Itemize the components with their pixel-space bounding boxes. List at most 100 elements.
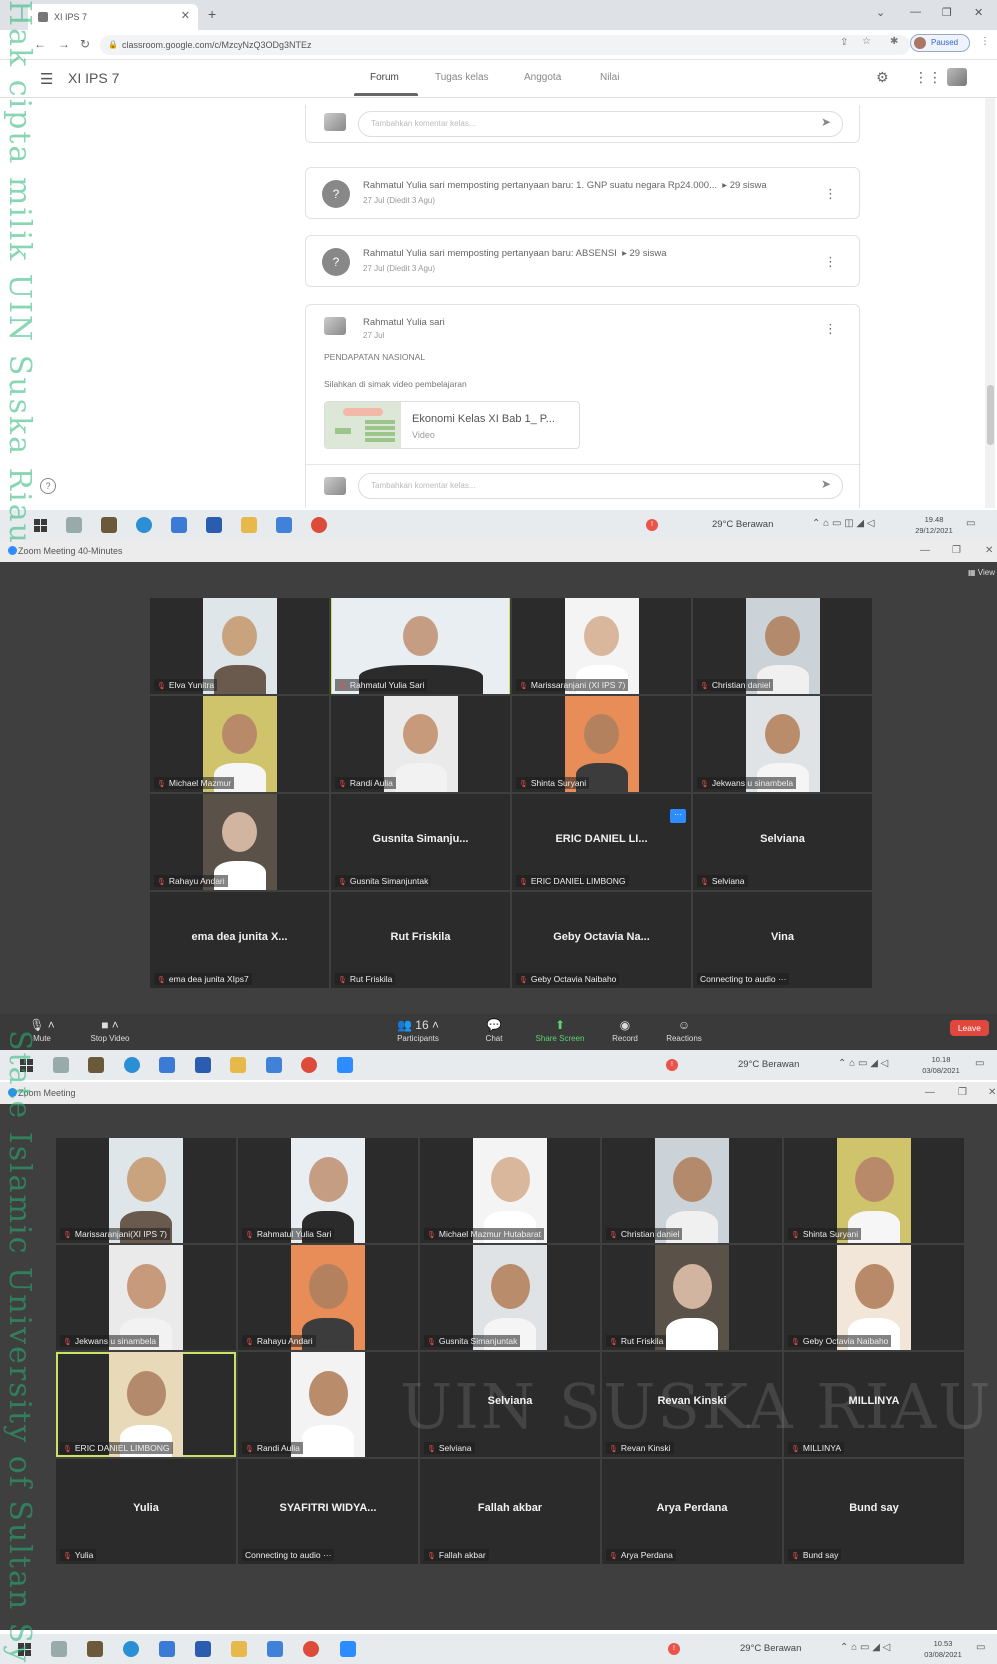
- task-view-icon[interactable]: [51, 1641, 67, 1657]
- tab-search-icon[interactable]: ⌄: [876, 6, 885, 19]
- zoom-app-icon[interactable]: [340, 1641, 356, 1657]
- taskbar-clock[interactable]: 10.18 03/08/2021: [916, 1054, 966, 1076]
- file-explorer-icon[interactable]: [231, 1641, 247, 1657]
- reactions-button[interactable]: ☺ Reactions: [654, 1018, 714, 1043]
- weather-widget[interactable]: 29°C Berawan: [738, 1059, 799, 1070]
- participant-tile[interactable]: 🎙 Gusnita Simanjuntak: [420, 1245, 600, 1350]
- participant-tile[interactable]: ERIC DANIEL LI... 🎙 ERIC DANIEL LIMBONG: [512, 794, 691, 890]
- participant-tile[interactable]: 🎙 Randi Aulia: [238, 1352, 418, 1457]
- mail-icon[interactable]: [267, 1641, 283, 1657]
- browser-menu-icon[interactable]: ⋮: [980, 36, 990, 47]
- minimize-icon[interactable]: —: [925, 1082, 935, 1104]
- participant-tile[interactable]: Geby Octavia Na... 🎙 Geby Octavia Naibaho: [512, 892, 691, 988]
- notifications-icon[interactable]: ▭: [976, 1642, 985, 1653]
- file-explorer-icon[interactable]: [241, 517, 257, 533]
- chat-button[interactable]: 💬 Chat: [464, 1018, 524, 1043]
- tab-close-icon[interactable]: ✕: [181, 9, 190, 22]
- taskbar-clock[interactable]: 10.53 03/08/2021: [918, 1638, 968, 1660]
- maximize-icon[interactable]: ❐: [958, 1082, 967, 1104]
- zoom-app-icon[interactable]: [337, 1057, 353, 1073]
- edge-icon[interactable]: [136, 517, 152, 533]
- question-card[interactable]: ? Rahmatul Yulia sari memposting pertany…: [305, 167, 860, 219]
- participant-tile[interactable]: 🎙 Marissaranjani (XI IPS 7): [512, 598, 691, 694]
- mail-icon[interactable]: [276, 517, 292, 533]
- leave-button[interactable]: Leave: [949, 1020, 989, 1036]
- participant-tile[interactable]: 🎙 Christian daniel: [602, 1138, 782, 1243]
- dropbox-icon[interactable]: [159, 1057, 175, 1073]
- more-options-icon[interactable]: ⋮: [824, 321, 837, 337]
- view-button[interactable]: ▦ View: [968, 568, 995, 577]
- question-card[interactable]: ? Rahmatul Yulia sari memposting pertany…: [305, 235, 860, 287]
- more-options-icon[interactable]: ⋮: [824, 186, 837, 202]
- participant-tile[interactable]: 🎙 Michael Mazmur Hutabarat: [420, 1138, 600, 1243]
- participant-tile[interactable]: 🎙 Marissaranjani(XI IPS 7): [56, 1138, 236, 1243]
- reload-icon[interactable]: ↻: [80, 37, 90, 51]
- chrome-icon[interactable]: [303, 1641, 319, 1657]
- share-icon[interactable]: ⇪: [840, 37, 848, 48]
- task-view-icon[interactable]: [53, 1057, 69, 1073]
- system-tray-icons[interactable]: ⌃ ⌂ ▭ ◢ ◁: [840, 1642, 890, 1653]
- participant-tile[interactable]: Gusnita Simanju... 🎙 Gusnita Simanjuntak: [331, 794, 510, 890]
- page-scrollbar[interactable]: [985, 98, 995, 508]
- minimize-icon[interactable]: —: [920, 540, 930, 562]
- notifications-icon[interactable]: ▭: [966, 518, 975, 529]
- weather-widget[interactable]: 29°C Berawan: [740, 1643, 801, 1654]
- apps-grid-icon[interactable]: ⋮⋮: [914, 69, 942, 86]
- powershell-icon[interactable]: [206, 517, 222, 533]
- participant-tile[interactable]: Selviana 🎙 Selviana: [693, 794, 872, 890]
- settings-gear-icon[interactable]: ⚙: [876, 69, 889, 86]
- notification-badge-icon[interactable]: !: [666, 1059, 678, 1071]
- tab-nilai[interactable]: Nilai: [600, 72, 619, 83]
- maximize-icon[interactable]: ❐: [942, 6, 952, 19]
- participant-tile[interactable]: 🎙 Michael Mazmur: [150, 696, 329, 792]
- task-view-icon[interactable]: [66, 517, 82, 533]
- participant-tile[interactable]: 🎙 Rahmatul Yulia Sari: [331, 598, 510, 694]
- class-comment-input[interactable]: Tambahkan komentar kelas...: [358, 111, 843, 137]
- forward-icon[interactable]: →: [58, 37, 70, 51]
- participant-tile[interactable]: 🎙 Rahayu Andari: [150, 794, 329, 890]
- edge-icon[interactable]: [123, 1641, 139, 1657]
- more-options-badge-icon[interactable]: ···: [670, 809, 686, 823]
- participant-tile[interactable]: 🎙 Geby Octavia Naibaho: [784, 1245, 964, 1350]
- chrome-icon[interactable]: [301, 1057, 317, 1073]
- close-window-icon[interactable]: ✕: [988, 1082, 996, 1104]
- video-attachment[interactable]: Ekonomi Kelas XI Bab 1_ P... Video: [324, 401, 580, 449]
- dropbox-icon[interactable]: [171, 517, 187, 533]
- participant-tile[interactable]: 🎙 Shinta Suryani: [512, 696, 691, 792]
- participants-button[interactable]: 👥 16 ˄ Participants: [388, 1018, 448, 1043]
- tab-anggota[interactable]: Anggota: [524, 72, 561, 83]
- minimize-icon[interactable]: —: [910, 6, 921, 18]
- participant-tile[interactable]: 🎙 Jekwans u sinambela: [56, 1245, 236, 1350]
- participant-tile[interactable]: 🎙 Christian daniel: [693, 598, 872, 694]
- send-icon[interactable]: ➤: [821, 115, 831, 129]
- class-title[interactable]: XI IPS 7: [68, 70, 119, 86]
- url-field[interactable]: 🔒 classroom.google.com/c/MzcyNzQ3ODg3NTE…: [100, 35, 910, 55]
- store-icon[interactable]: [101, 517, 117, 533]
- participant-tile[interactable]: Vina Connecting to audio ···: [693, 892, 872, 988]
- close-window-icon[interactable]: ✕: [985, 540, 993, 562]
- participant-tile[interactable]: 🎙 Rahmatul Yulia Sari: [238, 1138, 418, 1243]
- powershell-icon[interactable]: [195, 1057, 211, 1073]
- participant-tile[interactable]: 🎙 Elva Yunitra: [150, 598, 329, 694]
- participant-tile[interactable]: Fallah akbar 🎙 Fallah akbar: [420, 1459, 600, 1564]
- edge-icon[interactable]: [124, 1057, 140, 1073]
- tab-forum[interactable]: Forum: [370, 72, 399, 83]
- share-screen-button[interactable]: ⬆ Share Screen: [530, 1018, 590, 1043]
- participant-tile[interactable]: 🎙 Rahayu Andari: [238, 1245, 418, 1350]
- send-icon[interactable]: ➤: [821, 477, 831, 491]
- browser-tab[interactable]: XI IPS 7 ✕: [28, 4, 198, 30]
- store-icon[interactable]: [87, 1641, 103, 1657]
- participant-tile[interactable]: SYAFITRI WIDYA... Connecting to audio ···: [238, 1459, 418, 1564]
- mail-icon[interactable]: [266, 1057, 282, 1073]
- participant-tile[interactable]: 🎙 Shinta Suryani: [784, 1138, 964, 1243]
- powershell-icon[interactable]: [195, 1641, 211, 1657]
- notifications-icon[interactable]: ▭: [975, 1058, 984, 1069]
- stop-video-button[interactable]: ■ ˄ Stop Video: [80, 1018, 140, 1043]
- participant-tile[interactable]: Yulia 🎙 Yulia: [56, 1459, 236, 1564]
- close-window-icon[interactable]: ✕: [974, 6, 983, 19]
- bookmark-star-icon[interactable]: ☆: [862, 36, 871, 47]
- notification-badge-icon[interactable]: !: [668, 1643, 680, 1655]
- chrome-icon[interactable]: [311, 517, 327, 533]
- store-icon[interactable]: [88, 1057, 104, 1073]
- participant-tile[interactable]: ema dea junita X... 🎙 ema dea junita XIps7: [150, 892, 329, 988]
